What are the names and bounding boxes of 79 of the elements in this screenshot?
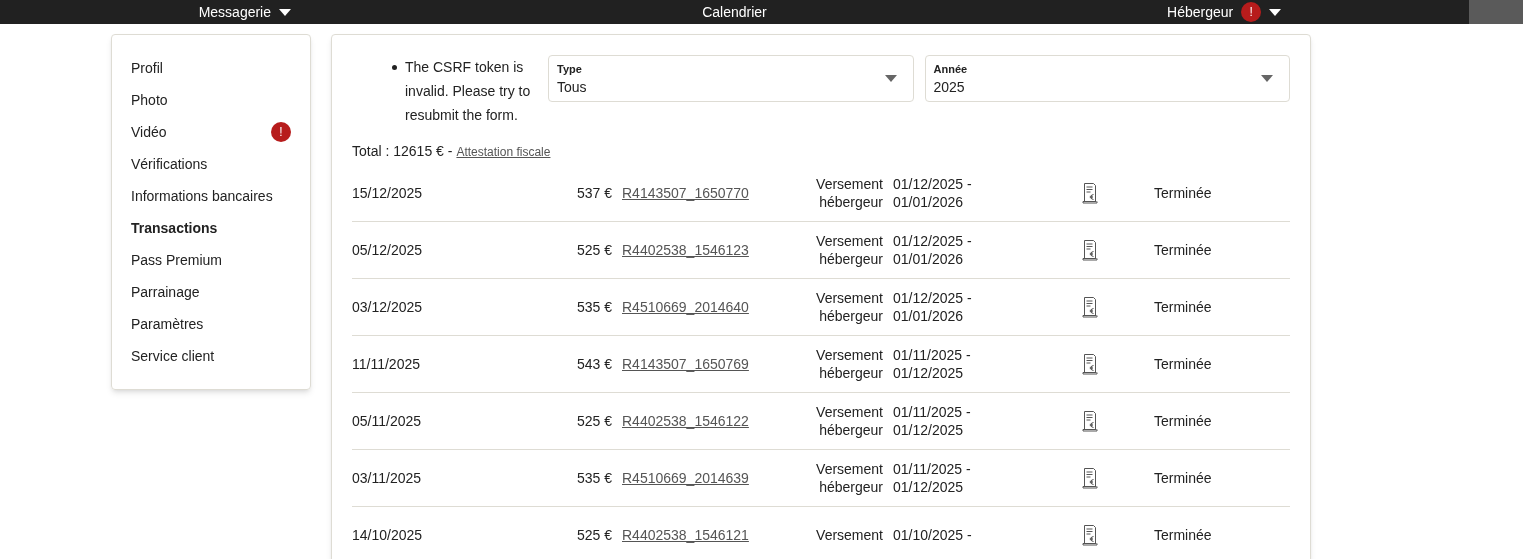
type-cell-text: Versement hébergeur [815, 232, 883, 268]
receipt-icon[interactable] [1082, 296, 1098, 318]
reference-link[interactable]: R4510669_2014639 [622, 467, 797, 489]
status-cell-text: Terminée [1154, 411, 1212, 431]
type-cell-text: Versement hébergeur [815, 403, 883, 439]
reference-link[interactable]: R4510669_2014640 [622, 296, 797, 318]
alert-badge: ! [271, 122, 291, 142]
receipt-icon[interactable] [1082, 353, 1098, 375]
sidebar-item[interactable]: Transactions [131, 217, 218, 239]
type-cell-text: Versement hébergeur [815, 289, 883, 325]
date-cell-text: 15/12/2025 [352, 183, 424, 203]
reference-link[interactable]: R4402538_1546121 [622, 524, 797, 546]
sidebar-item[interactable]: Informations bancaires [131, 185, 273, 207]
date-cell-text: 11/11/2025 [352, 354, 421, 374]
nav-menu-item[interactable]: Hébergeur ! [1167, 0, 1282, 24]
amount-cell-text: 525 € [575, 240, 612, 260]
reference-link[interactable]: R4143507_1650769 [622, 353, 797, 375]
receipt-icon[interactable] [1082, 182, 1098, 204]
nav-menu-item[interactable]: Calendrier [702, 0, 767, 24]
status-cell-text: Terminée [1154, 183, 1212, 203]
reference-link[interactable]: R4402538_1546122 [622, 410, 797, 432]
status-cell-text: Terminée [1154, 354, 1212, 374]
period-cell-text: 01/12/2025 - 01/01/2026 [893, 232, 973, 268]
caret-icon [1261, 75, 1273, 82]
receipt-icon[interactable] [1082, 524, 1098, 546]
period-cell-text: 01/11/2025 - 01/12/2025 [893, 403, 972, 439]
status-cell-text: Terminée [1154, 468, 1212, 488]
caret-icon [884, 75, 897, 82]
amount-cell-text: 525 € [575, 411, 612, 431]
amount-cell-text: 537 € [575, 183, 612, 203]
status-cell-text: Terminée [1154, 240, 1212, 260]
receipt-icon[interactable] [1082, 239, 1098, 261]
alert-badge: ! [1241, 2, 1262, 22]
amount-cell-text: 535 € [575, 297, 612, 317]
amount-cell-text: 543 € [575, 354, 612, 374]
field-label: Type [557, 61, 583, 77]
caret-icon [279, 8, 291, 16]
date-cell-text: 05/12/2025 [352, 240, 424, 260]
select-field[interactable]: Type Tous [548, 55, 914, 102]
nav-menu-item[interactable]: Messagerie [198, 0, 291, 24]
sidebar-item[interactable]: Vérifications [131, 153, 208, 175]
reference-link[interactable]: R4143507_1650770 [622, 182, 797, 204]
scrollbar-block [1469, 0, 1523, 24]
amount-cell-text: 535 € [575, 468, 612, 488]
date-cell-text: 14/10/2025 [352, 525, 424, 545]
sidebar-item[interactable]: Paramètres [131, 313, 204, 335]
date-cell-text: 03/12/2025 [352, 297, 424, 317]
period-cell-text: 01/11/2025 - 01/12/2025 [893, 460, 972, 496]
type-cell-text: Versement hébergeur [815, 175, 883, 211]
type-cell-text: Versement hébergeur [815, 460, 883, 496]
type-cell-text: Versement hébergeur [815, 346, 883, 382]
bullet-icon [392, 65, 397, 70]
period-cell-text: 01/12/2025 - 01/01/2026 [893, 289, 973, 325]
sidebar-item[interactable]: Pass Premium [131, 249, 223, 271]
sidebar-item[interactable]: Photo [131, 89, 168, 111]
type-cell-text: Versement [815, 526, 883, 544]
field-label: Année [933, 61, 968, 77]
error-message: The CSRF token is invalid. Please try to resubmit the form. [405, 58, 532, 125]
sidebar-item[interactable]: Service client [131, 345, 215, 367]
status-cell-text: Terminée [1154, 525, 1212, 545]
period-cell-text: 01/12/2025 - 01/01/2026 [893, 175, 973, 211]
date-cell-text: 03/11/2025 [352, 468, 423, 488]
attestation-link[interactable]: Attestation fiscale [456, 142, 551, 161]
caret-icon [1269, 8, 1282, 16]
sidebar-item[interactable]: Parrainage [131, 281, 200, 303]
reference-link[interactable]: R4402538_1546123 [622, 239, 797, 261]
receipt-icon[interactable] [1082, 410, 1098, 432]
field-value: Tous [557, 77, 587, 97]
date-cell-text: 05/11/2025 [352, 411, 423, 431]
amount-cell-text: 525 € [575, 525, 612, 545]
field-value: 2025 [933, 77, 966, 97]
receipt-icon[interactable] [1082, 467, 1098, 489]
total-text: Total : 12615 € - [352, 142, 453, 161]
sidebar-item[interactable]: Vidéo [131, 121, 167, 143]
period-cell-text: 01/10/2025 - [893, 526, 973, 544]
sidebar-item[interactable]: Profil [131, 57, 163, 79]
status-cell-text: Terminée [1154, 297, 1212, 317]
select-field[interactable]: Année 2025 [924, 55, 1290, 102]
period-cell-text: 01/11/2025 - 01/12/2025 [893, 346, 972, 382]
